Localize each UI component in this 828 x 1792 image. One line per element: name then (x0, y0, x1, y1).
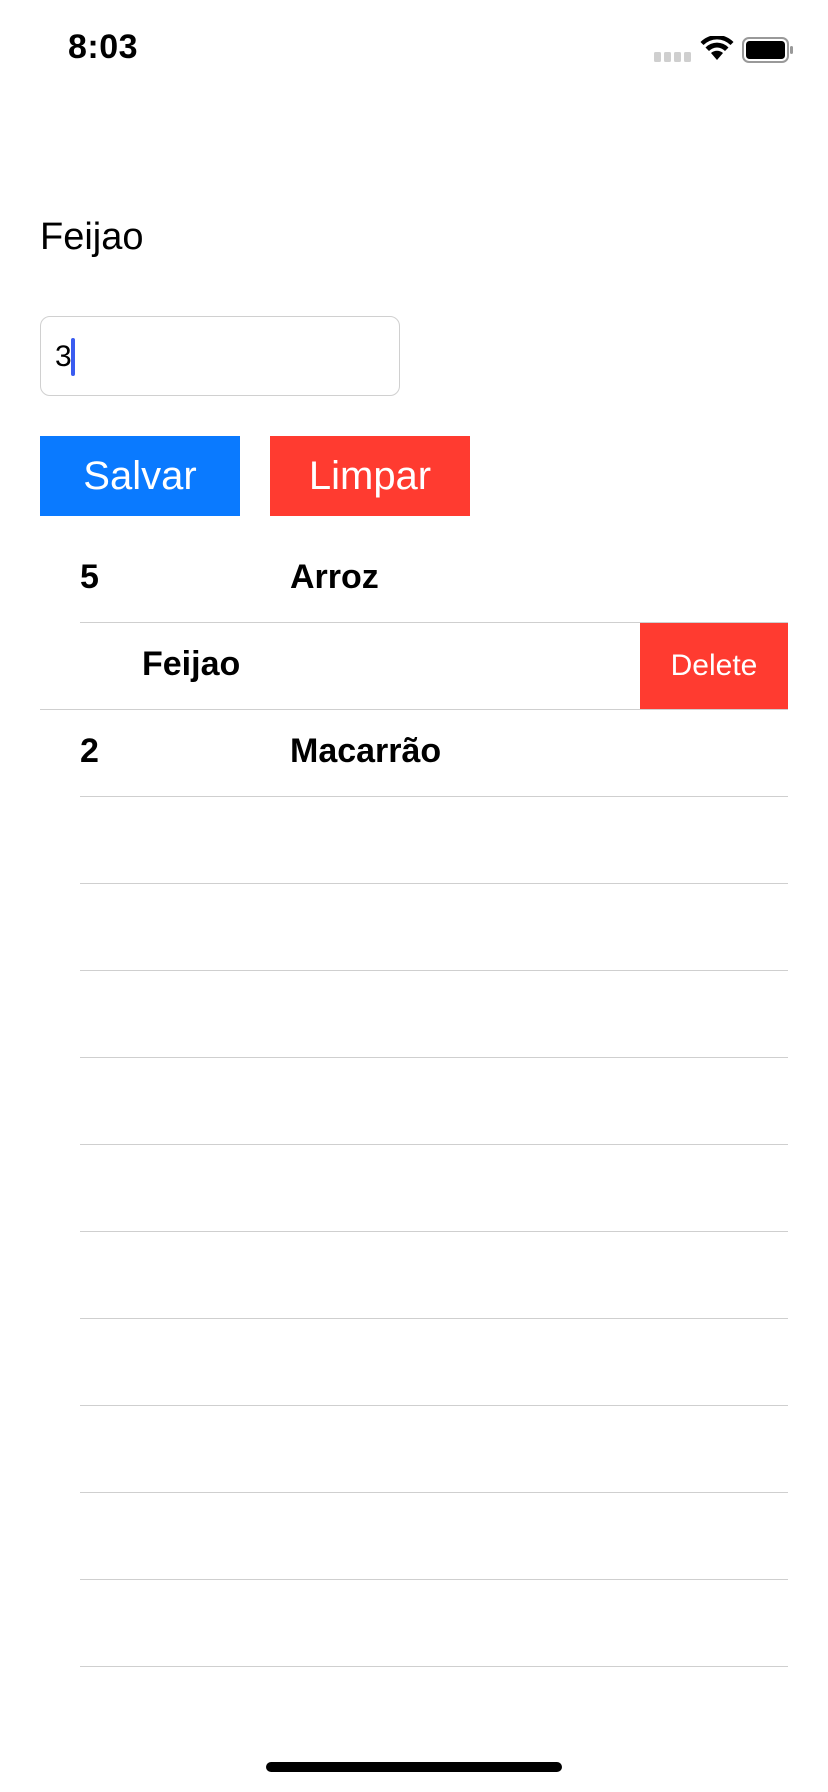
text-caret (71, 338, 75, 376)
empty-row (0, 1580, 828, 1667)
table-row[interactable]: 2 Macarrão (0, 710, 828, 797)
empty-row (0, 971, 828, 1058)
empty-row (0, 1406, 828, 1493)
table-row[interactable]: 5 Arroz (0, 536, 828, 623)
empty-row (0, 797, 828, 884)
table-row[interactable]: Feijao Delete (0, 623, 828, 710)
row-name: Arroz (290, 558, 379, 596)
row-name: Macarrão (290, 732, 442, 770)
row-quantity: 2 (80, 732, 99, 770)
status-bar: 8:03 (0, 0, 828, 100)
items-table: 5 Arroz Feijao Delete 2 Macarrão (0, 536, 828, 1667)
empty-row (0, 1145, 828, 1232)
item-name-label: Feijao (40, 216, 144, 258)
row-separator (80, 1665, 788, 1667)
empty-row (0, 1493, 828, 1580)
empty-row (0, 1232, 828, 1319)
empty-row (0, 1319, 828, 1406)
save-button[interactable]: Salvar (40, 436, 240, 516)
row-name: Feijao (142, 645, 241, 683)
signal-icon (654, 52, 691, 62)
quantity-input[interactable]: 3 (40, 316, 400, 396)
home-indicator[interactable] (266, 1762, 562, 1772)
wifi-icon (700, 36, 734, 60)
clear-button[interactable]: Limpar (270, 436, 470, 516)
status-time: 8:03 (68, 28, 139, 66)
battery-icon (742, 37, 793, 63)
quantity-input-value: 3 (55, 340, 72, 373)
empty-row (0, 1058, 828, 1145)
delete-button[interactable]: Delete (640, 623, 788, 709)
empty-row (0, 884, 828, 971)
row-quantity: 5 (80, 558, 99, 596)
